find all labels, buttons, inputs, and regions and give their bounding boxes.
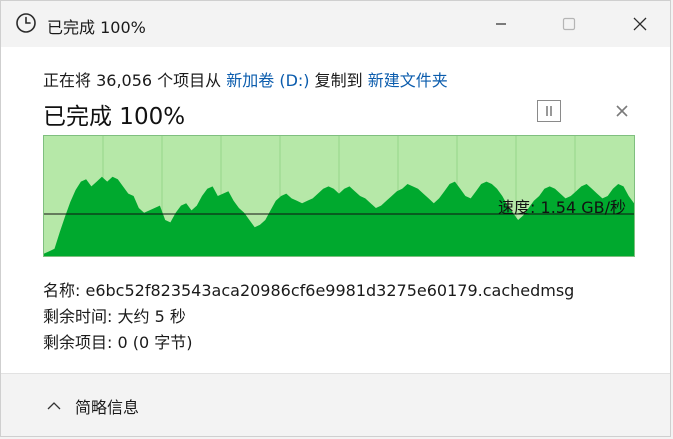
copy-summary-prefix: 正在将 36,056 个项目从: [43, 71, 227, 90]
pause-button[interactable]: [537, 100, 561, 122]
copy-summary-middle: 复制到: [309, 71, 368, 90]
maximize-button: [546, 1, 592, 47]
file-name-row: 名称: e6bc52f823543aca20986cf6e9981d3275e6…: [43, 277, 574, 301]
chevron-up-icon: [47, 402, 61, 410]
cancel-copy-button[interactable]: [613, 102, 631, 120]
progress-status: 已完成 100%: [43, 104, 186, 130]
title-bar[interactable]: 已完成 100%: [1, 1, 670, 47]
fewer-details-label: 简略信息: [75, 398, 140, 417]
minimize-icon: [496, 23, 506, 25]
clock-icon: [15, 12, 37, 34]
file-name-label: 名称:: [43, 281, 86, 300]
dialog-footer: 简略信息: [1, 373, 670, 436]
window-title: 已完成 100%: [47, 18, 146, 37]
items-remaining-label: 剩余项目:: [43, 333, 118, 352]
pause-icon: [546, 106, 552, 116]
fewer-details-toggle[interactable]: 简略信息: [47, 394, 139, 418]
close-button[interactable]: [617, 1, 663, 47]
maximize-icon: [562, 17, 576, 31]
cancel-icon: [616, 105, 628, 117]
copy-summary: 正在将 36,056 个项目从 新加卷 (D:) 复制到 新建文件夹: [43, 67, 448, 91]
close-icon: [633, 17, 647, 31]
time-remaining-label: 剩余时间:: [43, 307, 118, 326]
items-remaining-value: 0 (0 字节): [117, 333, 193, 352]
items-remaining-row: 剩余项目: 0 (0 字节): [43, 329, 193, 353]
file-copy-dialog: 已完成 100% 正在将 36,056 个项目从 新加卷 (D:) 复制到 新建…: [0, 0, 671, 437]
time-remaining-value: 大约 5 秒: [117, 307, 186, 326]
throughput-graph: 速度: 1.54 GB/秒: [43, 135, 635, 257]
source-link[interactable]: 新加卷 (D:): [226, 71, 309, 90]
file-name-value: e6bc52f823543aca20986cf6e9981d3275e60179…: [85, 281, 575, 300]
speed-label: 速度: 1.54 GB/秒: [498, 198, 626, 217]
destination-link[interactable]: 新建文件夹: [368, 71, 448, 90]
minimize-button[interactable]: [478, 1, 524, 47]
dialog-content: 正在将 36,056 个项目从 新加卷 (D:) 复制到 新建文件夹 已完成 1…: [1, 47, 670, 373]
time-remaining-row: 剩余时间: 大约 5 秒: [43, 303, 186, 327]
